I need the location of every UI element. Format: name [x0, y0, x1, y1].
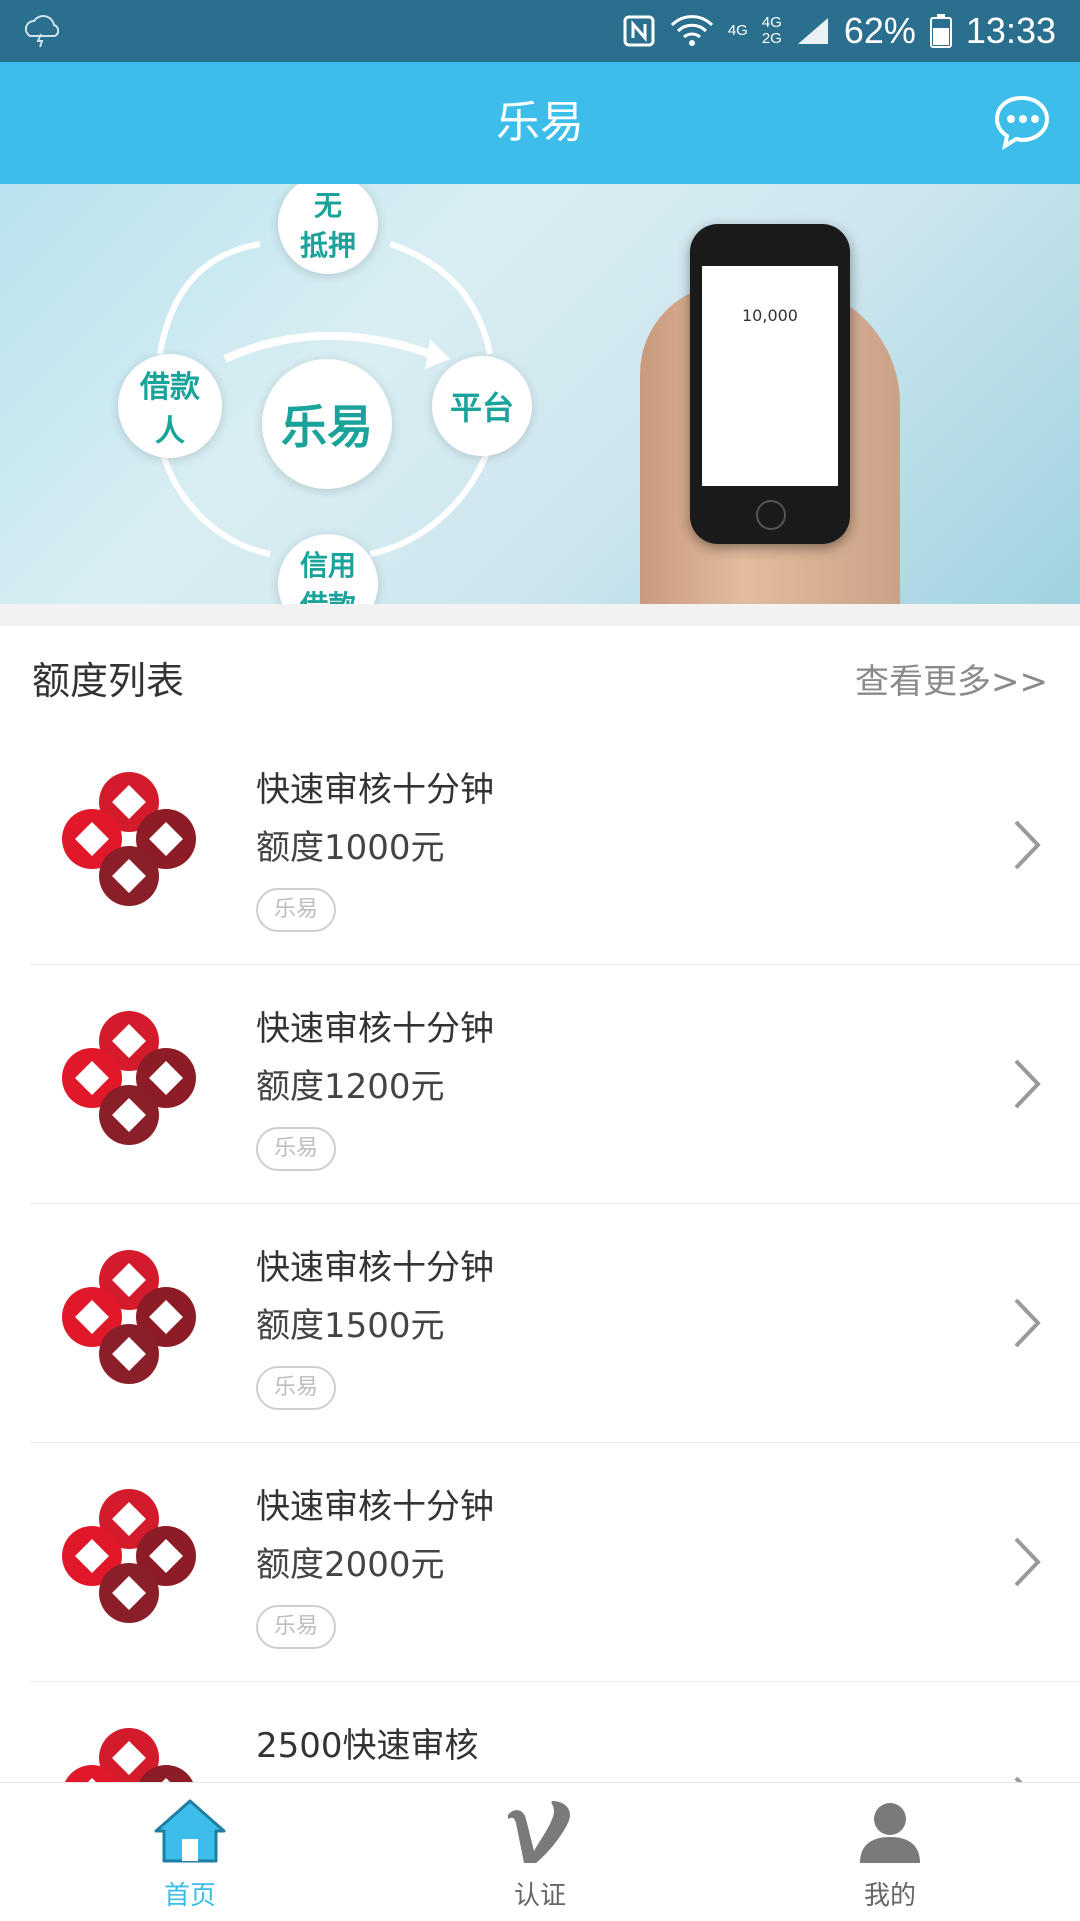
- item-tag: 乐易: [256, 888, 337, 932]
- quota-list: 快速审核十分钟 额度1000元 乐易 快速审核十分钟 额度1200元 乐易 快速…: [0, 726, 1080, 1921]
- item-tag: 乐易: [256, 1127, 337, 1171]
- list-item[interactable]: 快速审核十分钟 额度1500元 乐易: [30, 1204, 1080, 1443]
- node-left: 借款 人: [118, 354, 222, 458]
- phone-home-button: [756, 500, 786, 530]
- promo-banner[interactable]: 无 抵押 借款 人 乐易 平台 信用 借款 10,000: [0, 184, 1080, 604]
- node-top-line1: 无: [313, 189, 342, 222]
- item-tag: 乐易: [256, 1366, 337, 1410]
- item-title: 快速审核十分钟: [256, 770, 494, 810]
- phone-illustration: 10,000: [690, 224, 850, 544]
- network-dual-text: 4G 2G: [762, 15, 782, 47]
- chevron-right-icon: [1014, 820, 1041, 870]
- clock: 13:33: [965, 10, 1056, 51]
- signal-icon: [797, 18, 828, 44]
- battery-percent: 62%: [843, 10, 916, 51]
- node-right: 平台: [432, 356, 532, 456]
- chevron-right-icon: [1014, 1298, 1041, 1348]
- node-center: 乐易: [262, 359, 392, 489]
- section-title: 额度列表: [32, 659, 185, 703]
- node-bottom-line2: 借款: [300, 584, 356, 604]
- node-bottom-line1: 信用: [299, 549, 356, 582]
- chevron-right-icon: [1014, 1059, 1041, 1109]
- item-quota: 额度1000元: [256, 828, 445, 868]
- tab-mine-label: 我的: [863, 1881, 916, 1911]
- node-left-line2: 人: [155, 414, 185, 449]
- home-icon: [154, 1799, 226, 1863]
- coins-logo-icon: [62, 1011, 196, 1145]
- list-item[interactable]: 快速审核十分钟 额度1200元 乐易: [30, 965, 1080, 1204]
- phone-in-hand-illustration: 10,000: [640, 224, 900, 604]
- status-bar: 4G 4G 2G 62% 13:33: [0, 0, 1080, 62]
- phone-amount: 10,000: [742, 306, 798, 325]
- tab-verify-label: 认证: [513, 1881, 566, 1911]
- node-top-line2: 抵押: [299, 229, 356, 262]
- coins-logo-icon: [62, 1489, 196, 1623]
- page-title: 乐易: [496, 97, 584, 148]
- item-quota: 额度1200元: [256, 1067, 445, 1107]
- node-right-label: 平台: [449, 389, 514, 427]
- bottom-tab-bar: 首页 认证 我的: [0, 1782, 1080, 1921]
- phone-screen: 10,000: [702, 266, 838, 486]
- user-icon: [860, 1803, 920, 1863]
- node-center-label: 乐易: [281, 400, 373, 454]
- quota-section-header: 额度列表 查看更多>>: [0, 626, 1080, 726]
- weather-icon: [24, 15, 60, 48]
- item-title: 2500快速审核: [256, 1726, 479, 1766]
- chevron-right-icon: [1014, 1537, 1041, 1587]
- tab-verify[interactable]: 认证: [440, 1783, 640, 1921]
- message-icon[interactable]: [994, 94, 1050, 150]
- list-item[interactable]: 快速审核十分钟 额度2000元 乐易: [30, 1443, 1080, 1682]
- item-quota: 额度2000元: [256, 1545, 445, 1585]
- battery-icon: [929, 14, 952, 48]
- wifi-icon: [670, 15, 713, 46]
- node-left-line1: 借款: [140, 370, 200, 405]
- item-title: 快速审核十分钟: [256, 1009, 494, 1049]
- coins-logo-icon: [62, 772, 196, 906]
- verify-v-icon: [508, 1801, 571, 1863]
- list-item[interactable]: 快速审核十分钟 额度1000元 乐易: [30, 726, 1080, 965]
- item-title: 快速审核十分钟: [256, 1487, 494, 1527]
- nfc-icon: [623, 15, 655, 47]
- tab-mine[interactable]: 我的: [790, 1783, 990, 1921]
- section-spacer: [0, 604, 1080, 626]
- app-header: 乐易: [0, 62, 1080, 184]
- item-tag: 乐易: [256, 1605, 337, 1649]
- network-dual-top: 4G: [761, 14, 782, 31]
- view-more-link[interactable]: 查看更多>>: [855, 654, 1048, 703]
- item-quota: 额度1500元: [256, 1306, 445, 1346]
- coins-logo-icon: [62, 1250, 196, 1384]
- tab-home-label: 首页: [163, 1881, 216, 1911]
- network-dual-bottom: 2G: [761, 30, 782, 47]
- item-title: 快速审核十分钟: [256, 1248, 494, 1288]
- tab-home[interactable]: 首页: [90, 1783, 290, 1921]
- network-type-text: 4G: [727, 22, 748, 39]
